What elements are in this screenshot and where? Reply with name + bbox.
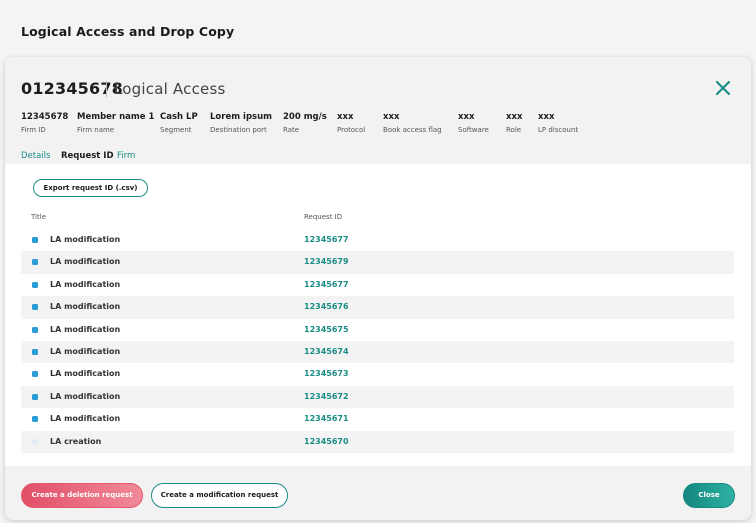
status-marker-icon	[32, 304, 38, 311]
create-modification-request-button[interactable]: Create a modification request	[151, 483, 288, 508]
meta-label: LP discount	[538, 126, 579, 134]
tab-request-id[interactable]: Request ID	[61, 151, 114, 166]
status-marker-icon	[32, 438, 38, 445]
table-row: LA modification 12345671	[21, 408, 734, 430]
row-title: LA modification	[50, 324, 121, 334]
tab-firm[interactable]: Firm	[117, 151, 135, 161]
meta-lp-discount: xxx LP discount	[538, 112, 578, 135]
meta-rate: 200 mg/s Rate	[283, 112, 327, 135]
meta-label: Firm name	[77, 126, 115, 134]
meta-destination-port: Lorem ipsum Destination port	[210, 112, 272, 135]
request-id-link[interactable]: 12345679	[304, 257, 349, 266]
request-id-link[interactable]: 12345672	[304, 392, 349, 401]
meta-label: Book access flag	[383, 126, 442, 134]
status-marker-icon	[32, 371, 38, 378]
row-title: LA creation	[50, 436, 102, 446]
table-row: LA modification 12345676	[21, 296, 734, 319]
row-title: LA modification	[50, 346, 121, 356]
export-request-id-button[interactable]: Export request ID (.csv)	[33, 179, 148, 197]
meta-firm-id: 12345678 Firm ID	[21, 112, 68, 135]
meta-value: 12345678	[21, 112, 69, 122]
status-marker-icon	[32, 259, 38, 266]
meta-value: xxx	[538, 112, 555, 122]
meta-label: Protocol	[337, 126, 366, 134]
meta-software: xxx Software	[458, 112, 489, 135]
meta-value: Member name 1	[77, 112, 155, 122]
status-marker-icon	[32, 237, 38, 243]
tab-details[interactable]: Details	[21, 151, 50, 161]
close-button[interactable]: Close	[683, 483, 735, 508]
status-marker-icon	[32, 348, 38, 355]
request-id-link[interactable]: 12345676	[304, 302, 349, 311]
table-row: LA modification 12345675	[21, 319, 734, 341]
meta-firm-name: Member name 1 Firm name	[77, 112, 154, 135]
meta-value: xxx	[458, 112, 475, 122]
meta-value: Lorem ipsum	[210, 112, 272, 122]
table-row: LA creation 12345670	[21, 430, 734, 453]
status-marker-icon	[32, 416, 38, 423]
request-id-link[interactable]: 12345677	[304, 280, 349, 289]
row-title: LA modification	[50, 257, 121, 267]
column-header-request-id: Request ID	[304, 213, 343, 221]
status-marker-icon	[32, 281, 38, 288]
meta-label: Firm ID	[21, 126, 46, 134]
status-marker-icon	[32, 326, 38, 333]
meta-role: xxx Role	[506, 112, 522, 135]
page-title: Logical Access and Drop Copy	[21, 24, 235, 39]
row-title: LA modification	[50, 279, 121, 289]
meta-label: Role	[506, 126, 522, 134]
table-row: LA modification 12345679	[21, 251, 734, 274]
modal-subtitle: Logical Access	[114, 80, 226, 98]
meta-label: Software	[458, 126, 489, 134]
meta-label: Segment	[160, 126, 192, 134]
table-row: LA modification 12345674	[21, 340, 734, 364]
request-id-panel: Export request ID (.csv) Title Request I…	[5, 164, 751, 466]
table-row: LA modification 12345672	[21, 385, 734, 409]
request-id-link[interactable]: 12345671	[304, 414, 349, 423]
title-divider	[106, 81, 107, 97]
row-title: LA modification	[50, 235, 121, 244]
meta-value: 200 mg/s	[283, 112, 327, 122]
meta-segment: Cash LP Segment	[160, 112, 198, 135]
request-id-link[interactable]: 12345670	[304, 437, 349, 446]
meta-value: xxx	[383, 112, 400, 122]
modal-header: 012345678 Logical Access 12345678 Firm I…	[5, 57, 751, 166]
row-title: LA modification	[50, 369, 121, 379]
request-id-link[interactable]: 12345677	[304, 235, 349, 244]
firm-number: 012345678	[21, 79, 123, 98]
logical-access-modal: 012345678 Logical Access 12345678 Firm I…	[5, 57, 751, 520]
column-header-title: Title	[31, 213, 47, 221]
row-title: LA modification	[50, 391, 121, 401]
meta-value: xxx	[506, 112, 523, 122]
meta-label: Destination port	[210, 126, 267, 134]
create-deletion-request-button[interactable]: Create a deletion request	[21, 483, 143, 508]
row-title: LA modification	[50, 414, 121, 424]
request-id-link[interactable]: 12345674	[304, 347, 349, 356]
meta-protocol: xxx Protocol	[337, 112, 365, 135]
row-title: LA modification	[50, 302, 121, 312]
table-row: LA modification 12345677	[21, 229, 734, 251]
table-row: LA modification 12345673	[21, 363, 734, 385]
meta-book-access-flag: xxx Book access flag	[383, 112, 442, 135]
request-id-link[interactable]: 12345673	[304, 369, 349, 378]
status-marker-icon	[32, 393, 38, 400]
close-icon[interactable]	[715, 80, 731, 96]
meta-value: xxx	[337, 112, 354, 122]
table-row: LA modification 12345677	[21, 274, 734, 296]
request-table: LA modification 12345677 LA modification…	[21, 229, 734, 453]
meta-label: Rate	[283, 126, 300, 134]
request-id-link[interactable]: 12345675	[304, 325, 349, 334]
meta-value: Cash LP	[160, 112, 198, 122]
